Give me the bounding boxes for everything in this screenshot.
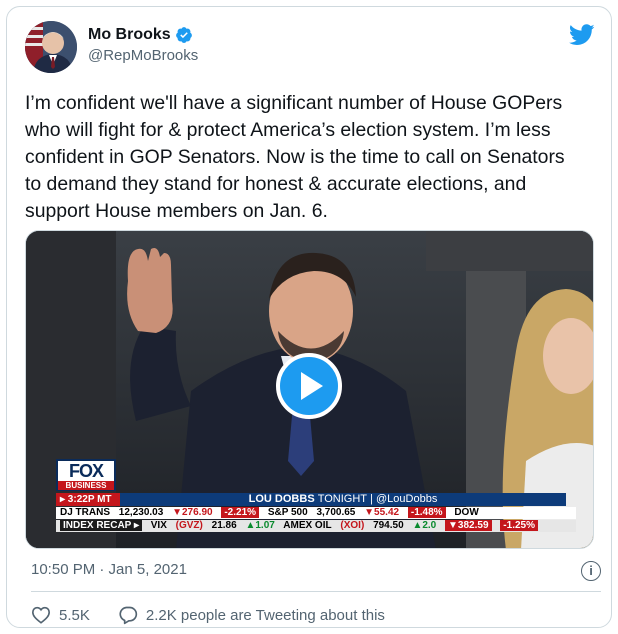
like-button[interactable]: 5.5K <box>31 606 90 624</box>
chyron-time: ▸ 3:22P MT <box>56 493 120 506</box>
tweet-video[interactable]: FOX BUSINESS ▸ 3:22P MT LOU DOBBS TONIGH… <box>25 230 594 549</box>
author-display-name[interactable]: Mo Brooks <box>88 26 171 44</box>
chyron-show-title: LOU DOBBS TONIGHT | @LouDobbs <box>120 493 566 506</box>
tweet-timestamp[interactable]: 10:50 PM · Jan 5, 2021 <box>31 561 187 578</box>
author-name-row: Mo Brooks <box>88 26 198 44</box>
author-info: Mo Brooks @RepMoBrooks <box>88 26 198 64</box>
engagement-bar: 5.5K 2.2K people are Tweeting about this <box>31 603 385 627</box>
twitter-bird-icon[interactable] <box>569 24 595 46</box>
network-logo: FOX BUSINESS <box>56 459 116 491</box>
speech-bubble-icon <box>119 606 138 625</box>
tweet-text: I’m confident we'll have a significant n… <box>25 92 571 222</box>
news-chyron: FOX BUSINESS ▸ 3:22P MT LOU DOBBS TONIGH… <box>56 459 576 539</box>
timestamp-row: 10:50 PM · Jan 5, 2021 i <box>31 561 601 581</box>
heart-icon <box>31 606 51 624</box>
play-icon <box>301 372 323 400</box>
author-avatar[interactable] <box>25 21 77 73</box>
verified-badge-icon <box>175 27 192 43</box>
info-icon[interactable]: i <box>581 561 601 581</box>
tweeting-about-text: 2.2K people are Tweeting about this <box>145 606 385 624</box>
stock-ticker-line-1: DJ TRANS 12,230.03 ▼276.90 -2.21% S&P 50… <box>56 507 576 519</box>
avatar-image <box>25 21 77 73</box>
divider <box>31 591 601 592</box>
tweeting-about-link[interactable]: 2.2K people are Tweeting about this <box>118 605 385 625</box>
author-handle[interactable]: @RepMoBrooks <box>88 47 198 64</box>
like-count: 5.5K <box>59 606 90 624</box>
play-button[interactable] <box>276 353 342 419</box>
tweet-header: Mo Brooks @RepMoBrooks <box>25 21 595 79</box>
stock-ticker-line-2: INDEX RECAP ▸ VIX (GVZ) 21.86 ▲1.07 AMEX… <box>56 520 576 532</box>
tweet-card[interactable]: Mo Brooks @RepMoBrooks I’m confident we'… <box>6 6 612 628</box>
